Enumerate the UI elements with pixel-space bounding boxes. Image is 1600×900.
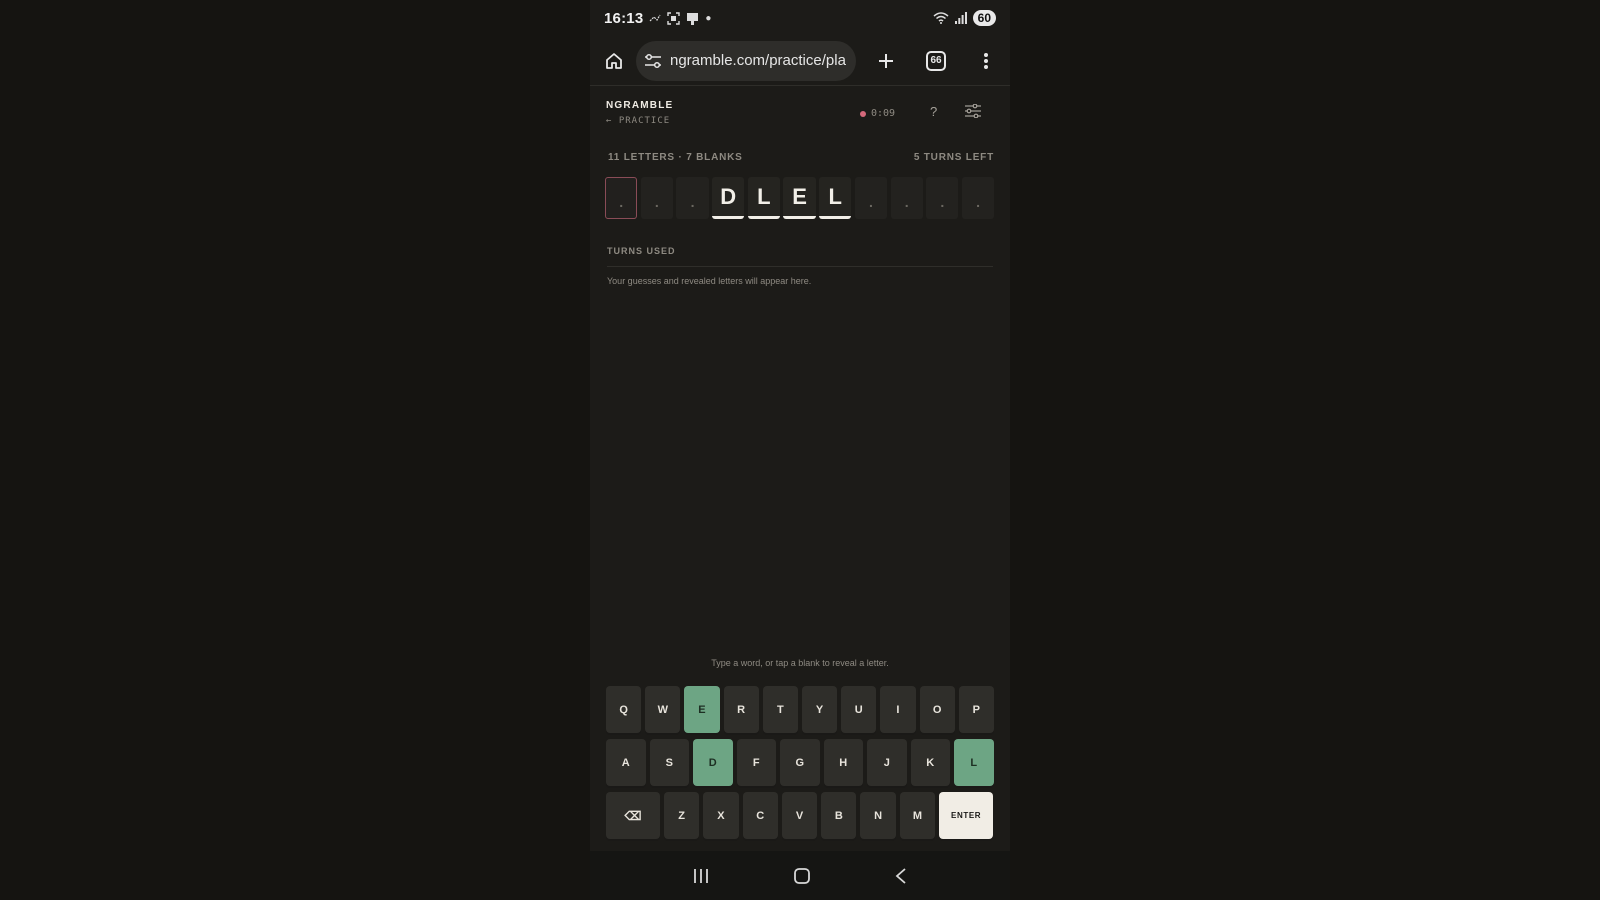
blank-tile[interactable]: . <box>926 177 959 219</box>
keyboard-row: ⌫ Z X C V B N M ENTER <box>606 792 994 839</box>
blank-tile[interactable]: . <box>676 177 709 219</box>
home-icon <box>606 52 622 69</box>
letter-tiles: . . . D L E L . . . . <box>605 177 997 221</box>
key-p[interactable]: P <box>958 686 994 733</box>
back-to-practice-link[interactable]: ← PRACTICE <box>606 116 670 126</box>
input-hint: Type a word, or tap a blank to reveal a … <box>711 658 889 668</box>
key-v[interactable]: V <box>781 792 818 839</box>
turns-empty-message: Your guesses and revealed letters will a… <box>607 276 812 286</box>
game-timer: 0:09 <box>860 108 895 119</box>
wifi-icon <box>933 12 949 24</box>
home-button[interactable] <box>600 45 628 77</box>
key-i[interactable]: I <box>880 686 916 733</box>
key-m[interactable]: M <box>899 792 936 839</box>
enter-key[interactable]: ENTER <box>939 792 994 839</box>
new-tab-button[interactable] <box>872 45 900 77</box>
turns-left: 5 TURNS LEFT <box>913 152 994 163</box>
url-bar[interactable]: ngramble.com/practice/pla <box>636 40 856 81</box>
letters-info: 11 LETTERS · 7 BLANKS <box>608 152 743 163</box>
key-t[interactable]: T <box>762 686 798 733</box>
phone-screen: 16:13 ● 60 ngramble.com/practice/pla 66 <box>590 0 1010 900</box>
blank-tile[interactable]: . <box>961 177 995 219</box>
key-n[interactable]: N <box>860 792 896 839</box>
tab-switcher-button[interactable]: 66 <box>922 45 950 77</box>
battery-indicator: 60 <box>972 10 996 26</box>
key-q[interactable]: Q <box>606 686 642 733</box>
keyboard-row: Q W E R T Y U I O P <box>606 686 994 733</box>
status-time: 16:13 <box>604 9 644 27</box>
site-settings-icon[interactable] <box>644 53 662 69</box>
sliders-icon <box>965 103 981 119</box>
turns-used-heading: TURNS USED <box>607 246 676 256</box>
timer-value: 0:09 <box>871 108 896 119</box>
url-text[interactable]: ngramble.com/practice/pla <box>670 52 846 69</box>
home-nav-icon[interactable] <box>793 867 811 885</box>
help-button[interactable]: ? <box>930 104 937 119</box>
status-bar: 16:13 ● 60 <box>590 0 1010 36</box>
divider <box>607 266 993 267</box>
puzzle-meta: 11 LETTERS · 7 BLANKS 5 TURNS LEFT <box>608 152 994 163</box>
key-l[interactable]: L <box>954 739 994 786</box>
key-r[interactable]: R <box>723 686 759 733</box>
revealed-tile: D <box>712 177 745 219</box>
key-x[interactable]: X <box>703 792 739 839</box>
settings-button[interactable] <box>964 103 982 123</box>
blank-tile[interactable]: . <box>854 177 888 219</box>
key-o[interactable]: O <box>919 686 955 733</box>
plus-icon <box>879 53 893 68</box>
key-y[interactable]: Y <box>801 686 838 733</box>
revealed-tile: E <box>783 177 816 219</box>
signal-icon <box>954 12 967 24</box>
more-vertical-icon <box>984 52 988 69</box>
back-nav-icon[interactable] <box>894 867 908 885</box>
key-backspace[interactable]: ⌫ <box>606 792 660 839</box>
key-e[interactable]: E <box>684 686 720 733</box>
blank-tile[interactable]: . <box>640 177 673 219</box>
key-s[interactable]: S <box>649 739 689 786</box>
recent-apps-icon[interactable] <box>692 868 710 884</box>
key-d[interactable]: D <box>693 739 733 786</box>
key-f[interactable]: F <box>736 739 776 786</box>
key-u[interactable]: U <box>841 686 877 733</box>
blank-tile[interactable]: . <box>605 177 638 219</box>
key-h[interactable]: H <box>823 739 863 786</box>
on-screen-keyboard: Q W E R T Y U I O P A S D F G H J K L ⌫ … <box>606 686 994 845</box>
key-b[interactable]: B <box>821 792 857 839</box>
notification-icons: ● <box>649 11 712 25</box>
recording-dot-icon <box>860 110 866 117</box>
browser-menu-button[interactable] <box>972 45 1000 77</box>
revealed-tile: L <box>747 177 781 219</box>
cast-icon <box>687 12 699 25</box>
revealed-tile: L <box>819 177 852 219</box>
dot-icon: ● <box>705 12 712 24</box>
key-c[interactable]: C <box>742 792 778 839</box>
key-k[interactable]: K <box>910 739 950 786</box>
app-header: NGRAMBLE ← PRACTICE 0:09 ? <box>606 98 994 132</box>
key-z[interactable]: Z <box>664 792 700 839</box>
key-a[interactable]: A <box>606 739 646 786</box>
tabs-icon: 66 <box>926 50 946 71</box>
key-w[interactable]: W <box>645 686 681 733</box>
browser-toolbar: ngramble.com/practice/pla 66 <box>590 36 1010 86</box>
blank-tile[interactable]: . <box>890 177 923 219</box>
key-j[interactable]: J <box>867 739 907 786</box>
system-nav-bar <box>590 851 1010 900</box>
keyboard-row: A S D F G H J K L <box>606 739 994 786</box>
app-title: NGRAMBLE <box>606 100 674 111</box>
missed-call-icon <box>649 14 661 22</box>
key-g[interactable]: G <box>780 739 820 786</box>
screenshot-icon <box>667 11 681 25</box>
status-right: 60 <box>933 10 996 26</box>
